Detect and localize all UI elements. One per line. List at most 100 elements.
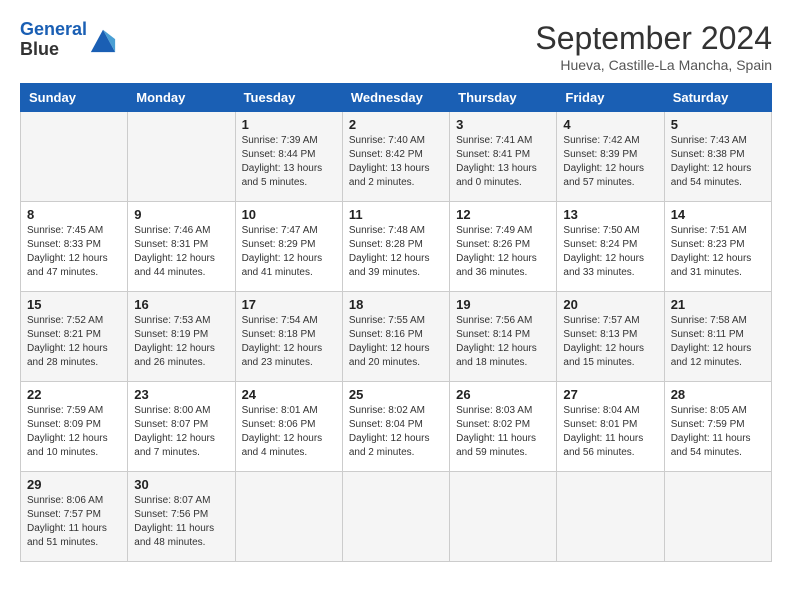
day-cell-15: 15 Sunrise: 7:52 AMSunset: 8:21 PMDaylig… — [21, 292, 128, 382]
day-number: 18 — [349, 297, 443, 312]
day-cell-24: 24 Sunrise: 8:01 AMSunset: 8:06 PMDaylig… — [235, 382, 342, 472]
day-info: Sunrise: 7:50 AMSunset: 8:24 PMDaylight:… — [563, 224, 657, 280]
col-header-thursday: Thursday — [450, 84, 557, 112]
day-cell-17: 17 Sunrise: 7:54 AMSunset: 8:18 PMDaylig… — [235, 292, 342, 382]
day-cell-19: 19 Sunrise: 7:56 AMSunset: 8:14 PMDaylig… — [450, 292, 557, 382]
day-cell-2: 2 Sunrise: 7:40 AMSunset: 8:42 PMDayligh… — [342, 112, 449, 202]
day-number: 1 — [242, 117, 336, 132]
day-info: Sunrise: 8:01 AMSunset: 8:06 PMDaylight:… — [242, 404, 336, 460]
col-header-wednesday: Wednesday — [342, 84, 449, 112]
day-number: 5 — [671, 117, 765, 132]
location: Hueva, Castille-La Mancha, Spain — [535, 57, 772, 73]
day-info: Sunrise: 7:47 AMSunset: 8:29 PMDaylight:… — [242, 224, 336, 280]
calendar-table: SundayMondayTuesdayWednesdayThursdayFrid… — [20, 83, 772, 562]
day-number: 4 — [563, 117, 657, 132]
day-info: Sunrise: 7:59 AMSunset: 8:09 PMDaylight:… — [27, 404, 121, 460]
day-info: Sunrise: 7:56 AMSunset: 8:14 PMDaylight:… — [456, 314, 550, 370]
day-number: 20 — [563, 297, 657, 312]
day-cell-21: 21 Sunrise: 7:58 AMSunset: 8:11 PMDaylig… — [664, 292, 771, 382]
calendar-week-2: 8 Sunrise: 7:45 AMSunset: 8:33 PMDayligh… — [21, 202, 772, 292]
day-cell-10: 10 Sunrise: 7:47 AMSunset: 8:29 PMDaylig… — [235, 202, 342, 292]
day-cell-22: 22 Sunrise: 7:59 AMSunset: 8:09 PMDaylig… — [21, 382, 128, 472]
day-cell-11: 11 Sunrise: 7:48 AMSunset: 8:28 PMDaylig… — [342, 202, 449, 292]
day-number: 19 — [456, 297, 550, 312]
day-cell-8: 8 Sunrise: 7:45 AMSunset: 8:33 PMDayligh… — [21, 202, 128, 292]
empty-cell — [557, 472, 664, 562]
day-info: Sunrise: 8:03 AMSunset: 8:02 PMDaylight:… — [456, 404, 550, 460]
col-header-sunday: Sunday — [21, 84, 128, 112]
month-title: September 2024 — [535, 20, 772, 57]
day-number: 14 — [671, 207, 765, 222]
empty-cell — [21, 112, 128, 202]
day-cell-13: 13 Sunrise: 7:50 AMSunset: 8:24 PMDaylig… — [557, 202, 664, 292]
calendar-week-4: 22 Sunrise: 7:59 AMSunset: 8:09 PMDaylig… — [21, 382, 772, 472]
day-number: 21 — [671, 297, 765, 312]
day-info: Sunrise: 8:07 AMSunset: 7:56 PMDaylight:… — [134, 494, 228, 550]
col-header-saturday: Saturday — [664, 84, 771, 112]
day-cell-12: 12 Sunrise: 7:49 AMSunset: 8:26 PMDaylig… — [450, 202, 557, 292]
day-info: Sunrise: 8:06 AMSunset: 7:57 PMDaylight:… — [27, 494, 121, 550]
logo: GeneralBlue — [20, 20, 117, 60]
empty-cell — [342, 472, 449, 562]
day-info: Sunrise: 7:40 AMSunset: 8:42 PMDaylight:… — [349, 134, 443, 190]
day-number: 3 — [456, 117, 550, 132]
day-cell-20: 20 Sunrise: 7:57 AMSunset: 8:13 PMDaylig… — [557, 292, 664, 382]
day-info: Sunrise: 7:51 AMSunset: 8:23 PMDaylight:… — [671, 224, 765, 280]
day-number: 15 — [27, 297, 121, 312]
day-info: Sunrise: 8:02 AMSunset: 8:04 PMDaylight:… — [349, 404, 443, 460]
day-cell-14: 14 Sunrise: 7:51 AMSunset: 8:23 PMDaylig… — [664, 202, 771, 292]
col-header-friday: Friday — [557, 84, 664, 112]
day-cell-26: 26 Sunrise: 8:03 AMSunset: 8:02 PMDaylig… — [450, 382, 557, 472]
title-block: September 2024 Hueva, Castille-La Mancha… — [535, 20, 772, 73]
calendar-week-3: 15 Sunrise: 7:52 AMSunset: 8:21 PMDaylig… — [21, 292, 772, 382]
page-header: GeneralBlue September 2024 Hueva, Castil… — [20, 20, 772, 73]
day-info: Sunrise: 7:39 AMSunset: 8:44 PMDaylight:… — [242, 134, 336, 190]
day-cell-9: 9 Sunrise: 7:46 AMSunset: 8:31 PMDayligh… — [128, 202, 235, 292]
day-number: 12 — [456, 207, 550, 222]
day-info: Sunrise: 8:04 AMSunset: 8:01 PMDaylight:… — [563, 404, 657, 460]
logo-icon — [89, 26, 117, 54]
day-number: 8 — [27, 207, 121, 222]
logo-text: GeneralBlue — [20, 20, 87, 60]
empty-cell — [235, 472, 342, 562]
day-cell-4: 4 Sunrise: 7:42 AMSunset: 8:39 PMDayligh… — [557, 112, 664, 202]
day-info: Sunrise: 7:57 AMSunset: 8:13 PMDaylight:… — [563, 314, 657, 370]
day-number: 17 — [242, 297, 336, 312]
day-info: Sunrise: 8:05 AMSunset: 7:59 PMDaylight:… — [671, 404, 765, 460]
day-number: 13 — [563, 207, 657, 222]
calendar-week-1: 1 Sunrise: 7:39 AMSunset: 8:44 PMDayligh… — [21, 112, 772, 202]
day-number: 28 — [671, 387, 765, 402]
day-info: Sunrise: 7:48 AMSunset: 8:28 PMDaylight:… — [349, 224, 443, 280]
day-info: Sunrise: 7:46 AMSunset: 8:31 PMDaylight:… — [134, 224, 228, 280]
empty-cell — [128, 112, 235, 202]
day-info: Sunrise: 7:41 AMSunset: 8:41 PMDaylight:… — [456, 134, 550, 190]
day-number: 24 — [242, 387, 336, 402]
day-cell-29: 29 Sunrise: 8:06 AMSunset: 7:57 PMDaylig… — [21, 472, 128, 562]
day-number: 30 — [134, 477, 228, 492]
day-info: Sunrise: 7:49 AMSunset: 8:26 PMDaylight:… — [456, 224, 550, 280]
calendar-week-5: 29 Sunrise: 8:06 AMSunset: 7:57 PMDaylig… — [21, 472, 772, 562]
day-cell-18: 18 Sunrise: 7:55 AMSunset: 8:16 PMDaylig… — [342, 292, 449, 382]
col-header-monday: Monday — [128, 84, 235, 112]
day-cell-23: 23 Sunrise: 8:00 AMSunset: 8:07 PMDaylig… — [128, 382, 235, 472]
day-cell-30: 30 Sunrise: 8:07 AMSunset: 7:56 PMDaylig… — [128, 472, 235, 562]
day-cell-5: 5 Sunrise: 7:43 AMSunset: 8:38 PMDayligh… — [664, 112, 771, 202]
day-number: 29 — [27, 477, 121, 492]
col-header-tuesday: Tuesday — [235, 84, 342, 112]
day-info: Sunrise: 7:53 AMSunset: 8:19 PMDaylight:… — [134, 314, 228, 370]
day-number: 11 — [349, 207, 443, 222]
empty-cell — [664, 472, 771, 562]
day-number: 10 — [242, 207, 336, 222]
day-number: 22 — [27, 387, 121, 402]
day-cell-25: 25 Sunrise: 8:02 AMSunset: 8:04 PMDaylig… — [342, 382, 449, 472]
day-cell-16: 16 Sunrise: 7:53 AMSunset: 8:19 PMDaylig… — [128, 292, 235, 382]
day-info: Sunrise: 7:58 AMSunset: 8:11 PMDaylight:… — [671, 314, 765, 370]
day-number: 26 — [456, 387, 550, 402]
day-info: Sunrise: 7:55 AMSunset: 8:16 PMDaylight:… — [349, 314, 443, 370]
day-cell-1: 1 Sunrise: 7:39 AMSunset: 8:44 PMDayligh… — [235, 112, 342, 202]
day-number: 2 — [349, 117, 443, 132]
empty-cell — [450, 472, 557, 562]
day-cell-3: 3 Sunrise: 7:41 AMSunset: 8:41 PMDayligh… — [450, 112, 557, 202]
day-cell-28: 28 Sunrise: 8:05 AMSunset: 7:59 PMDaylig… — [664, 382, 771, 472]
day-cell-27: 27 Sunrise: 8:04 AMSunset: 8:01 PMDaylig… — [557, 382, 664, 472]
